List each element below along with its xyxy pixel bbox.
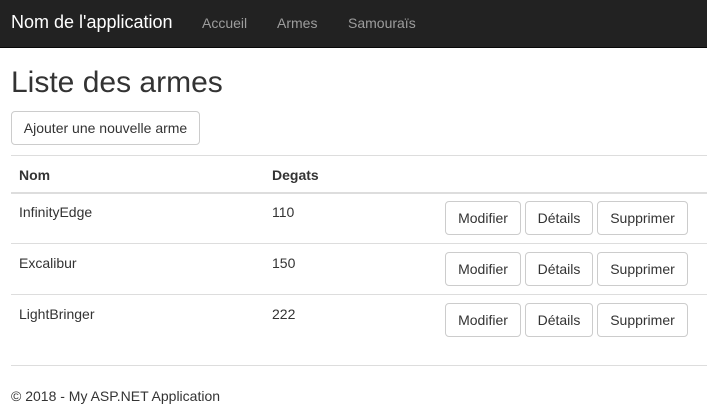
- nav-link-accueil[interactable]: Accueil: [202, 15, 247, 31]
- nav-link-samourais[interactable]: Samouraïs: [348, 15, 416, 31]
- row-divider: [11, 243, 707, 244]
- navbar: Nom de l'application Accueil Armes Samou…: [0, 0, 707, 48]
- edit-button[interactable]: Modifier: [445, 303, 521, 337]
- weapon-name: Excalibur: [19, 255, 77, 271]
- delete-button[interactable]: Supprimer: [597, 252, 688, 286]
- weapon-damage: 222: [272, 306, 296, 322]
- weapon-damage: 110: [272, 204, 295, 220]
- weapon-name: InfinityEdge: [19, 204, 93, 220]
- column-header-degats: Degats: [272, 167, 319, 183]
- row-divider: [11, 294, 707, 295]
- table-header-border: [11, 192, 707, 194]
- delete-button[interactable]: Supprimer: [597, 303, 688, 337]
- weapon-damage: 150: [272, 255, 296, 271]
- footer-divider: [11, 365, 707, 366]
- delete-button[interactable]: Supprimer: [597, 201, 688, 235]
- edit-button[interactable]: Modifier: [445, 201, 521, 235]
- column-header-nom: Nom: [19, 167, 51, 183]
- footer-copyright: © 2018 - My ASP.NET Application: [11, 388, 221, 404]
- table-top-border: [11, 155, 707, 156]
- details-button[interactable]: Détails: [525, 201, 593, 235]
- details-button[interactable]: Détails: [525, 303, 593, 337]
- page-title: Liste des armes: [11, 66, 223, 99]
- edit-button[interactable]: Modifier: [445, 252, 521, 286]
- app-brand-link[interactable]: Nom de l'application: [11, 12, 173, 33]
- details-button[interactable]: Détails: [525, 252, 593, 286]
- nav-link-armes[interactable]: Armes: [277, 15, 317, 31]
- add-weapon-button[interactable]: Ajouter une nouvelle arme: [11, 111, 200, 145]
- weapon-name: LightBringer: [19, 306, 95, 322]
